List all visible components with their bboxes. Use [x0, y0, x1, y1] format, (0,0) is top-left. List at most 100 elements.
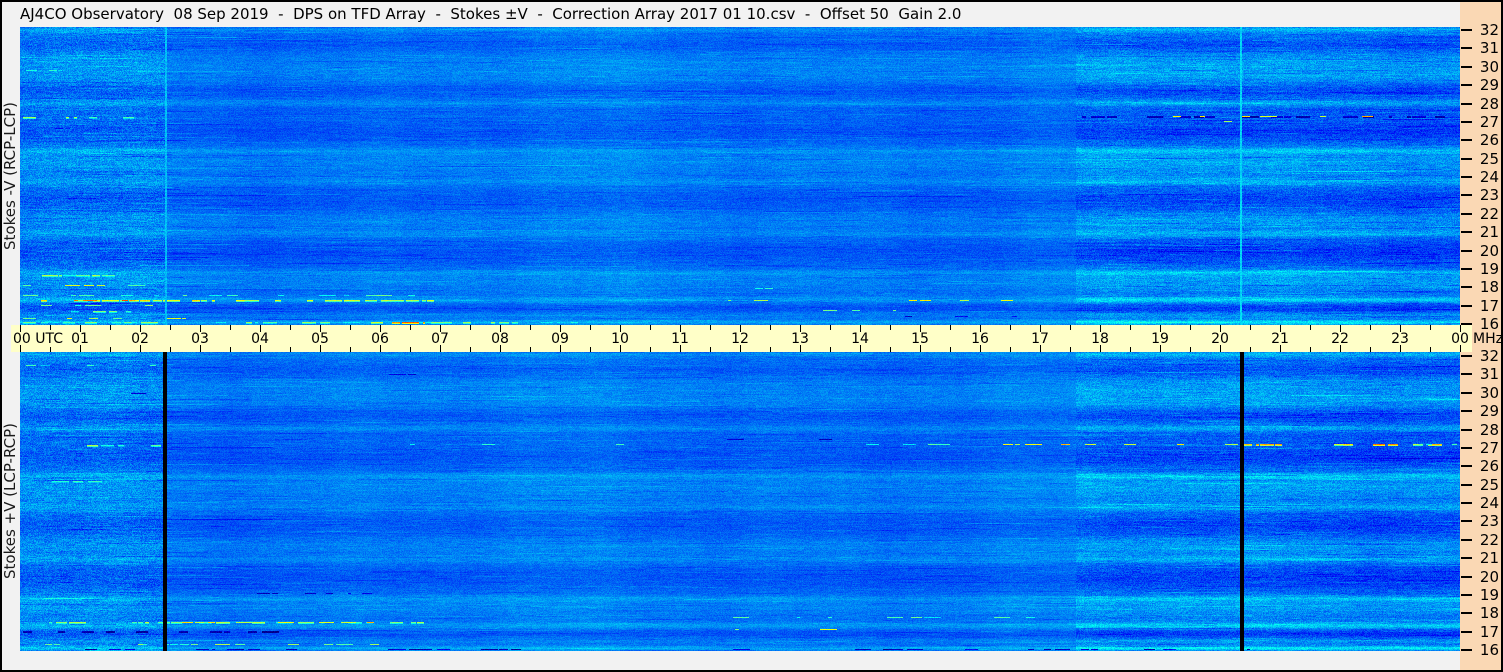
time-minor-tick [1130, 347, 1131, 352]
time-minor-tick [770, 325, 771, 330]
freq-tick-label: 16 [1479, 641, 1499, 659]
freq-tick [1461, 576, 1472, 578]
time-tick-label: 20 [1211, 331, 1229, 347]
freq-tick [1461, 612, 1472, 614]
freq-tick-label: 21 [1479, 549, 1499, 567]
time-tick-label: 08 [491, 331, 509, 347]
freq-tick [1461, 121, 1472, 123]
time-tick-label: 10 [611, 331, 629, 347]
stokes-plus-v-spectrogram [20, 352, 1460, 651]
freq-tick-label: 19 [1479, 260, 1499, 278]
freq-tick-label: 29 [1479, 402, 1499, 420]
time-tick-label: 16 [971, 331, 989, 347]
time-minor-tick [350, 325, 351, 330]
freq-tick [1461, 305, 1472, 307]
time-minor-tick [470, 325, 471, 330]
stokes-plus-v-axis-label: Stokes +V (LCP-RCP) [1, 423, 19, 580]
freq-tick-label: 26 [1479, 131, 1499, 149]
time-minor-tick [1190, 347, 1191, 352]
time-minor-tick [1070, 347, 1071, 352]
freq-tick-label: 27 [1479, 113, 1499, 131]
time-minor-tick [590, 347, 591, 352]
time-minor-tick [590, 325, 591, 330]
freq-tick [1461, 355, 1472, 357]
spectrograph-window: AJ4CO Observatory 08 Sep 2019 - DPS on T… [0, 0, 1503, 672]
time-minor-tick [1370, 325, 1371, 330]
freq-tick [1461, 502, 1472, 504]
freq-tick [1461, 250, 1472, 252]
time-tick-label: 00 UTC [13, 331, 64, 347]
freq-tick [1461, 631, 1472, 633]
mhz-unit-label: MHz [1473, 331, 1503, 347]
time-minor-tick [230, 347, 231, 352]
freq-tick [1461, 373, 1472, 375]
freq-tick [1461, 649, 1472, 651]
freq-tick [1461, 539, 1472, 541]
time-minor-tick [1310, 347, 1311, 352]
time-minor-tick [1250, 347, 1251, 352]
observation-title: AJ4CO Observatory 08 Sep 2019 - DPS on T… [20, 5, 962, 23]
time-minor-tick [1310, 325, 1311, 330]
freq-tick-label: 30 [1479, 384, 1499, 402]
time-tick-label: 12 [731, 331, 749, 347]
time-tick-label: 18 [1091, 331, 1109, 347]
freq-tick-label: 17 [1479, 623, 1499, 641]
stokes-minus-v-axis-label: Stokes -V (RCP-LCP) [1, 102, 19, 250]
freq-tick-label: 24 [1479, 494, 1499, 512]
freq-tick [1461, 231, 1472, 233]
time-minor-tick [890, 325, 891, 330]
time-minor-tick [890, 347, 891, 352]
freq-tick-label: 17 [1479, 297, 1499, 315]
freq-tick-label: 32 [1479, 21, 1499, 39]
time-minor-tick [1250, 325, 1251, 330]
time-minor-tick [650, 325, 651, 330]
freq-tick-label: 20 [1479, 242, 1499, 260]
freq-tick-label: 23 [1479, 186, 1499, 204]
freq-tick [1461, 447, 1472, 449]
freq-tick-label: 29 [1479, 76, 1499, 94]
time-tick-label: 13 [791, 331, 809, 347]
freq-tick-label: 30 [1479, 58, 1499, 76]
time-axis: 00 UTC 01 02 03 04 05 06 07 08 09 10 11 12 13 14 15 16 17… [11, 325, 1472, 352]
freq-tick [1461, 103, 1472, 105]
time-minor-tick [350, 347, 351, 352]
freq-tick [1461, 213, 1472, 215]
time-tick-label: 02 [131, 331, 149, 347]
time-minor-tick [830, 325, 831, 330]
freq-tick [1461, 465, 1472, 467]
time-minor-tick [710, 347, 711, 352]
time-tick-label: 09 [551, 331, 569, 347]
freq-tick-label: 32 [1479, 347, 1499, 365]
freq-tick [1461, 392, 1472, 394]
time-minor-tick [110, 347, 111, 352]
freq-tick-label: 25 [1479, 150, 1499, 168]
freq-tick [1461, 429, 1472, 431]
freq-tick [1461, 194, 1472, 196]
time-tick-label: 23 [1391, 331, 1409, 347]
time-minor-tick [530, 347, 531, 352]
time-minor-tick [1070, 325, 1071, 330]
freq-tick [1461, 29, 1472, 31]
time-minor-tick [650, 347, 651, 352]
time-tick-label: 05 [311, 331, 329, 347]
freq-tick [1461, 176, 1472, 178]
freq-tick-label: 23 [1479, 512, 1499, 530]
time-minor-tick [1010, 347, 1011, 352]
freq-tick-label: 22 [1479, 205, 1499, 223]
time-tick-label: 00 [1451, 331, 1469, 347]
time-tick-label: 22 [1331, 331, 1349, 347]
freq-tick [1461, 158, 1472, 160]
time-minor-tick [410, 347, 411, 352]
freq-tick-label: 26 [1479, 457, 1499, 475]
time-tick-label: 03 [191, 331, 209, 347]
time-tick-label: 06 [371, 331, 389, 347]
time-tick-label: 01 [71, 331, 89, 347]
freq-tick-label: 31 [1479, 365, 1499, 383]
freq-tick [1461, 268, 1472, 270]
freq-tick-label: 31 [1479, 39, 1499, 57]
time-minor-tick [950, 325, 951, 330]
freq-tick-label: 27 [1479, 439, 1499, 457]
time-minor-tick [710, 325, 711, 330]
stokes-minus-v-spectrogram [20, 27, 1460, 325]
freq-tick-label: 28 [1479, 95, 1499, 113]
